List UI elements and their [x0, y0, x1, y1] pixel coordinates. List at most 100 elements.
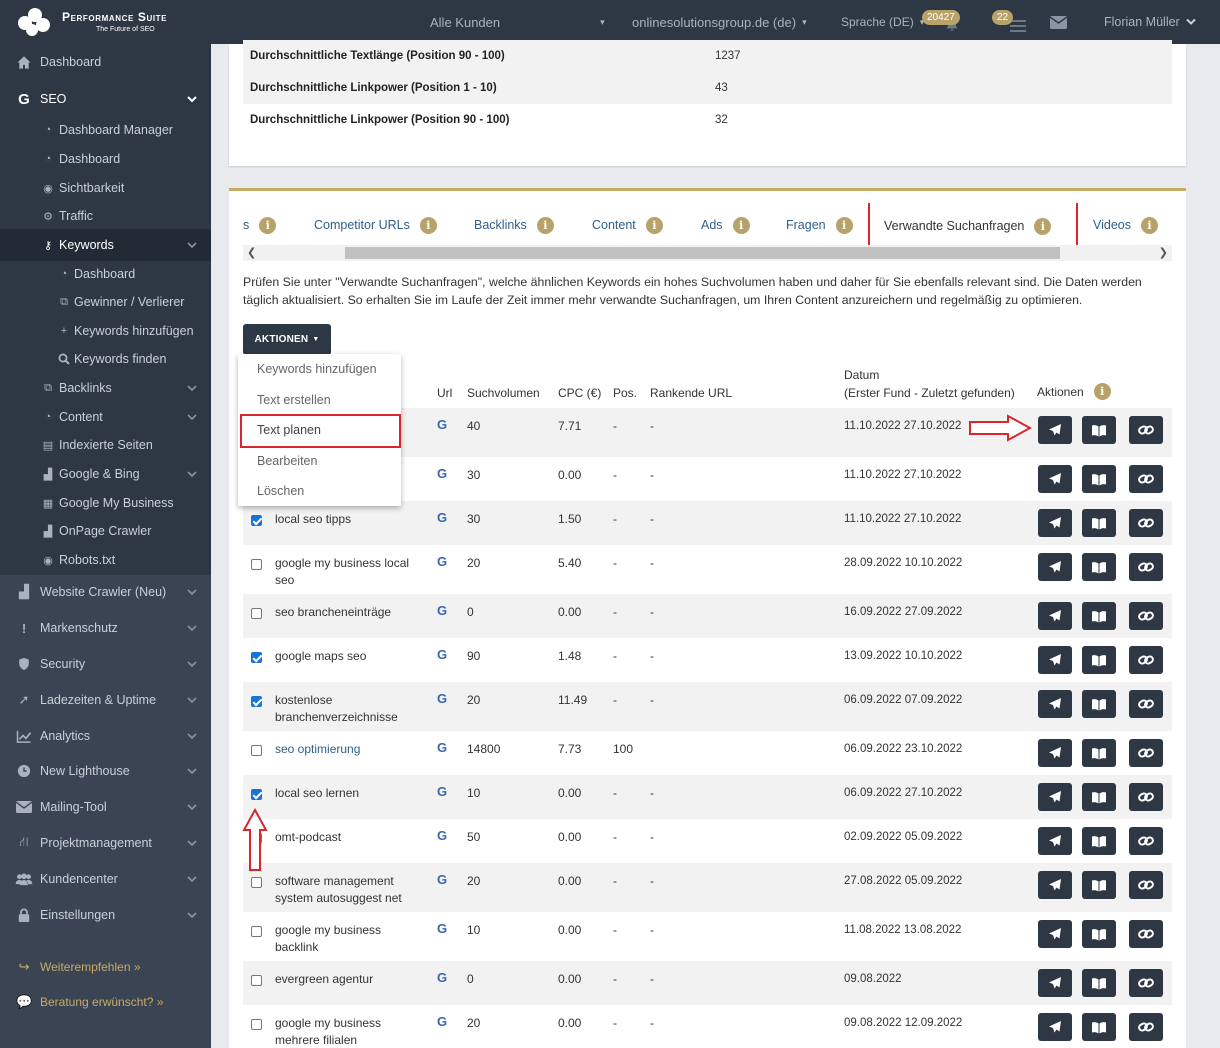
book-button[interactable]	[1082, 739, 1116, 767]
tasks-button[interactable]: 22	[992, 0, 1026, 44]
link-button[interactable]	[1129, 827, 1163, 855]
tab-ads[interactable]: Ads i	[701, 203, 750, 247]
sidebar-item-dashboard-manager[interactable]: ◔ Dashboard Manager	[0, 114, 211, 146]
col-header-pos[interactable]: Pos.	[613, 386, 637, 400]
send-button[interactable]	[1038, 416, 1072, 444]
sidebar-item-dashboard[interactable]: Dashboard	[0, 46, 211, 78]
scrollbar-thumb[interactable]	[345, 247, 1060, 259]
tab-fragen[interactable]: Fragen i	[786, 203, 853, 247]
send-button[interactable]	[1038, 509, 1072, 537]
sidebar-item-indexierte-seiten[interactable]: ▤ Indexierte Seiten	[0, 429, 211, 461]
book-button[interactable]	[1082, 920, 1116, 948]
sidebar-item-analytics[interactable]: Analytics	[0, 720, 211, 752]
link-button[interactable]	[1129, 969, 1163, 997]
send-button[interactable]	[1038, 646, 1072, 674]
google-g-icon[interactable]: G	[437, 510, 447, 525]
actions-dropdown-button[interactable]: AKTIONEN ▼	[243, 324, 331, 355]
menu-item-keywords-hinzufuegen[interactable]: Keywords hinzufügen	[238, 354, 401, 384]
book-button[interactable]	[1082, 465, 1116, 493]
row-checkbox[interactable]	[251, 696, 262, 707]
chevron-left-icon[interactable]: ❮	[247, 245, 256, 261]
google-g-icon[interactable]: G	[437, 603, 447, 618]
tab-backlinks[interactable]: Backlinks i	[474, 203, 554, 247]
link-button[interactable]	[1129, 602, 1163, 630]
sidebar-item-ladezeiten-uptime[interactable]: ➚ Ladezeiten & Uptime	[0, 684, 211, 716]
sidebar-item-gewinner-verlierer[interactable]: ⧉ Gewinner / Verlierer	[0, 286, 211, 318]
sidebar-item-robots-txt[interactable]: ◉ Robots.txt	[0, 544, 211, 576]
book-button[interactable]	[1082, 783, 1116, 811]
sidebar-item-onpage-crawler[interactable]: ▟ OnPage Crawler	[0, 515, 211, 547]
send-button[interactable]	[1038, 602, 1072, 630]
row-checkbox[interactable]	[251, 745, 262, 756]
notifications-button[interactable]: 20427	[922, 0, 960, 44]
book-button[interactable]	[1082, 553, 1116, 581]
user-menu[interactable]: Florian Müller	[1104, 0, 1196, 44]
send-button[interactable]	[1038, 553, 1072, 581]
book-button[interactable]	[1082, 690, 1116, 718]
sidebar-item-website-crawler[interactable]: ▟ Website Crawler (Neu)	[0, 576, 211, 608]
tab-verwandte-suchanfragen[interactable]: Verwandte Suchanfragen i	[868, 203, 1078, 247]
sidebar-item-beratung[interactable]: 💬 Beratung erwünscht? »	[0, 986, 211, 1018]
book-button[interactable]	[1082, 827, 1116, 855]
sidebar-item-new-lighthouse[interactable]: New Lighthouse	[0, 755, 211, 787]
google-g-icon[interactable]: G	[437, 872, 447, 887]
book-button[interactable]	[1082, 871, 1116, 899]
send-button[interactable]	[1038, 827, 1072, 855]
google-g-icon[interactable]: G	[437, 554, 447, 569]
book-button[interactable]	[1082, 1013, 1116, 1041]
sidebar-item-security[interactable]: Security	[0, 648, 211, 680]
col-header-volume[interactable]: Suchvolumen	[467, 386, 540, 400]
sidebar-item-markenschutz[interactable]: ! Markenschutz	[0, 612, 211, 644]
book-button[interactable]	[1082, 602, 1116, 630]
google-g-icon[interactable]: G	[437, 1014, 447, 1029]
link-button[interactable]	[1129, 871, 1163, 899]
sidebar-item-keywords-finden[interactable]: Keywords finden	[0, 343, 211, 375]
link-button[interactable]	[1129, 1013, 1163, 1041]
google-g-icon[interactable]: G	[437, 691, 447, 706]
send-button[interactable]	[1038, 465, 1072, 493]
link-button[interactable]	[1129, 509, 1163, 537]
link-button[interactable]	[1129, 553, 1163, 581]
menu-item-text-erstellen[interactable]: Text erstellen	[238, 385, 401, 415]
google-g-icon[interactable]: G	[437, 417, 447, 432]
chevron-right-icon[interactable]: ❯	[1159, 245, 1168, 261]
row-checkbox[interactable]	[251, 559, 262, 570]
sidebar-item-traffic[interactable]: ⚙ Traffic	[0, 200, 211, 232]
tab-scrollbar[interactable]: ❮ ❯	[243, 245, 1172, 261]
tab-content[interactable]: Content i	[592, 203, 663, 247]
row-checkbox[interactable]	[251, 926, 262, 937]
sidebar-item-mailing-tool[interactable]: Mailing-Tool	[0, 791, 211, 823]
link-button[interactable]	[1129, 690, 1163, 718]
sidebar-item-kundencenter[interactable]: Kundencenter	[0, 863, 211, 895]
row-checkbox[interactable]	[251, 515, 262, 526]
col-header-date[interactable]: Datum	[844, 368, 879, 382]
link-button[interactable]	[1129, 646, 1163, 674]
row-checkbox[interactable]	[251, 877, 262, 888]
menu-item-loeschen[interactable]: Löschen	[238, 476, 401, 506]
send-button[interactable]	[1038, 690, 1072, 718]
sidebar-item-projektmanagement[interactable]: ⛙ Projektmanagement	[0, 827, 211, 859]
sidebar-item-keywords[interactable]: ⚷ Keywords	[0, 229, 211, 261]
col-header-cpc[interactable]: CPC (€)	[558, 386, 601, 400]
google-g-icon[interactable]: G	[437, 970, 447, 985]
google-g-icon[interactable]: G	[437, 784, 447, 799]
link-button[interactable]	[1129, 920, 1163, 948]
sidebar-item-seo-dashboard[interactable]: ◔ Dashboard	[0, 143, 211, 175]
tab-competitor-urls[interactable]: Competitor URLs i	[314, 203, 437, 247]
row-checkbox[interactable]	[251, 608, 262, 619]
google-g-icon[interactable]: G	[437, 740, 447, 755]
menu-item-bearbeiten[interactable]: Bearbeiten	[238, 446, 401, 476]
language-select[interactable]: Sprache (DE) ▾	[841, 0, 924, 44]
sidebar-item-seo[interactable]: G SEO	[0, 82, 211, 116]
row-checkbox[interactable]	[251, 975, 262, 986]
domain-select[interactable]: onlinesolutionsgroup.de (de) ▾	[632, 0, 807, 44]
link-button[interactable]	[1129, 739, 1163, 767]
tab-videos[interactable]: Videos i	[1093, 203, 1158, 247]
row-checkbox[interactable]	[251, 652, 262, 663]
sidebar-item-google-bing[interactable]: ▟ Google & Bing	[0, 458, 211, 490]
send-button[interactable]	[1038, 920, 1072, 948]
link-button[interactable]	[1129, 783, 1163, 811]
sidebar-item-backlinks[interactable]: ⧉ Backlinks	[0, 372, 211, 404]
sidebar-item-einstellungen[interactable]: Einstellungen	[0, 899, 211, 931]
send-button[interactable]	[1038, 871, 1072, 899]
